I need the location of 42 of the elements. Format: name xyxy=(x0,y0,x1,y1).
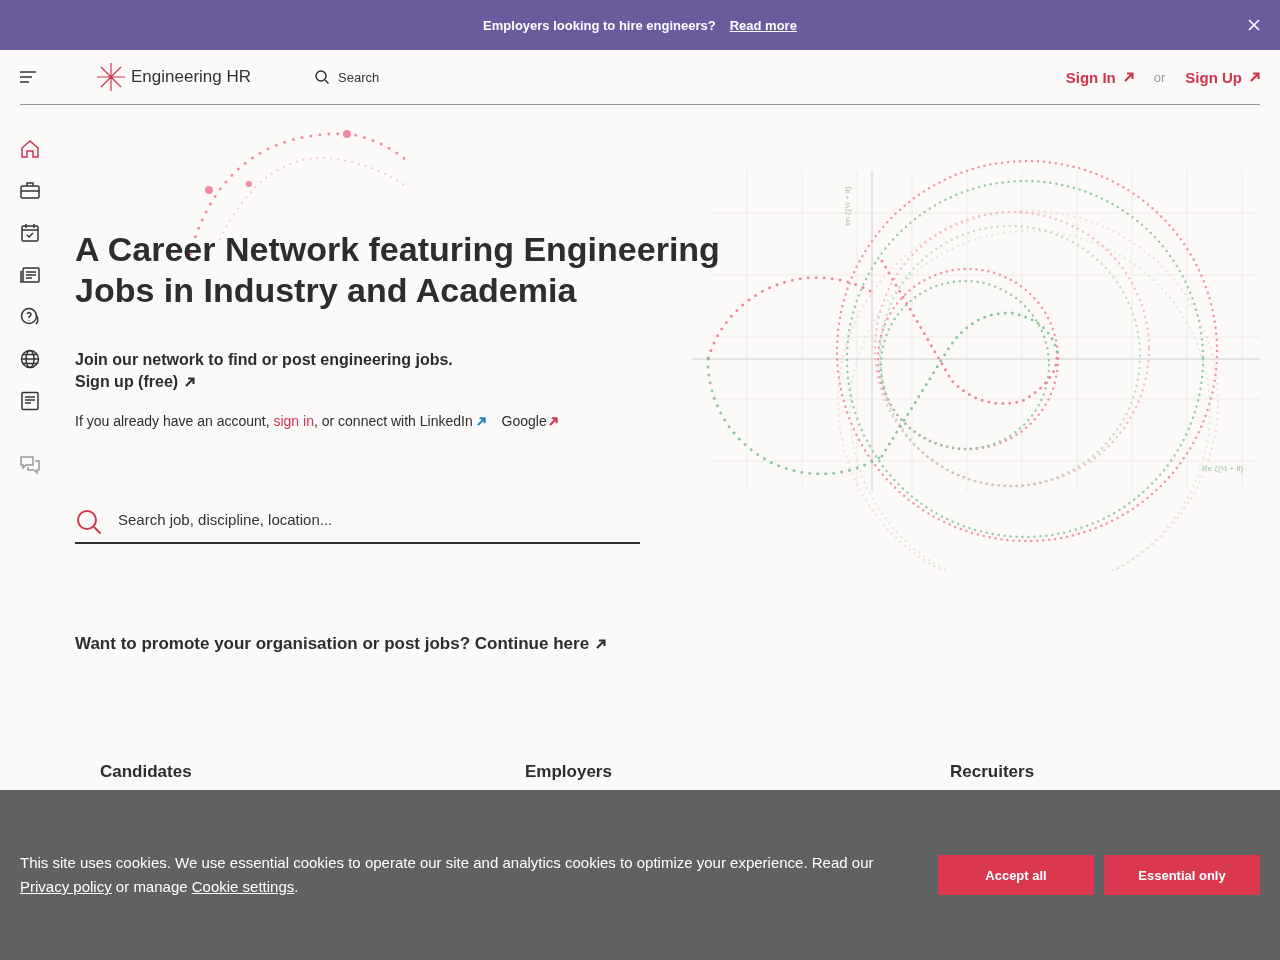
search-icon xyxy=(76,509,102,535)
help-icon[interactable] xyxy=(20,307,40,327)
lead-text: Join our network to find or post engineering jobs. xyxy=(75,350,454,370)
home-icon[interactable] xyxy=(20,139,40,159)
sign-in-link[interactable]: sign in xyxy=(273,413,314,429)
google-link[interactable]: Google xyxy=(501,413,558,429)
sign-up-link[interactable]: Sign Up xyxy=(1185,68,1260,86)
news-icon[interactable] xyxy=(20,265,40,285)
page-heading: A Career Network featuring Engineering xyxy=(75,229,720,270)
job-search-field[interactable]: Search job, discipline, location... xyxy=(75,507,640,544)
accept-all-button[interactable]: Accept all xyxy=(938,855,1094,895)
cookie-text: This site uses cookies. We use essential cookies to operate our site and analytics cookies to optimize your experience. Read our Privacy policy or manage Cookie settings. xyxy=(20,853,875,897)
logo-text[interactable]: Engineering HR xyxy=(131,67,251,87)
read-more-link[interactable]: Read more xyxy=(729,17,797,33)
chat-icon[interactable] xyxy=(20,455,40,475)
x-axis-label: Re ζ(½ + it) xyxy=(1202,464,1244,473)
arrow-icon xyxy=(185,377,196,387)
page-heading: Jobs in Industry and Academia xyxy=(75,270,577,311)
account-text: If you already have an account, sign in, or connect with LinkedIn xyxy=(75,413,486,429)
linkedin-link[interactable]: LinkedIn xyxy=(419,413,486,429)
y-axis-label: Im ζ(½ + it) xyxy=(843,186,852,226)
briefcase-icon[interactable] xyxy=(20,181,40,201)
arrow-icon xyxy=(596,639,607,649)
privacy-policy-link[interactable]: Privacy policy xyxy=(20,878,112,895)
sign-up-free-link[interactable]: Sign up (free) xyxy=(75,371,196,393)
sign-in-link[interactable]: Sign In xyxy=(1065,68,1134,86)
menu-icon[interactable] xyxy=(20,71,36,83)
announcement-text: Employers looking to hire engineers? xyxy=(483,17,716,33)
globe-icon[interactable] xyxy=(20,349,40,369)
calendar-icon[interactable] xyxy=(20,223,40,243)
asterisk-logo-icon xyxy=(97,63,125,91)
essential-only-button[interactable]: Essential only xyxy=(1104,855,1260,895)
arrow-icon xyxy=(476,417,486,426)
arrow-icon xyxy=(1123,72,1134,82)
arrow-icon xyxy=(548,416,558,426)
close-icon[interactable] xyxy=(1248,19,1260,31)
arrow-icon xyxy=(1250,72,1260,82)
search-icon xyxy=(315,70,329,84)
document-icon[interactable] xyxy=(20,391,40,411)
search-button[interactable]: Search xyxy=(315,69,380,85)
promote-link[interactable]: Want to promote your organisation or post jobs? Continue here xyxy=(75,634,607,654)
or-text: or xyxy=(1153,69,1166,85)
